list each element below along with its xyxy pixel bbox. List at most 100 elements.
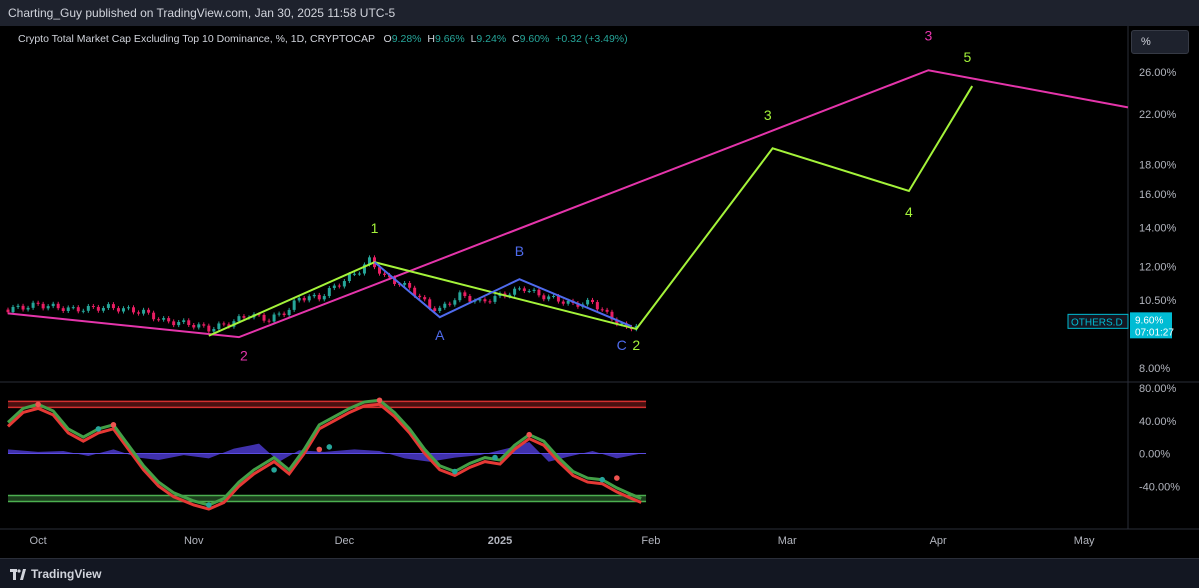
signal-dot bbox=[599, 476, 606, 483]
signal-dot bbox=[526, 431, 533, 438]
candle-body bbox=[66, 307, 70, 311]
candle-body bbox=[272, 314, 276, 322]
candle-body bbox=[532, 289, 536, 291]
scale-percent-button[interactable]: % bbox=[1131, 30, 1189, 54]
candle-body bbox=[327, 288, 331, 297]
candle-body bbox=[212, 328, 216, 332]
candle-body bbox=[312, 294, 316, 297]
price-tick-label: 26.00% bbox=[1139, 67, 1177, 79]
time-tick-label: Oct bbox=[30, 535, 47, 547]
symbol-legend[interactable]: Crypto Total Market Cap Excluding Top 10… bbox=[18, 33, 628, 45]
time-tick-label: 2025 bbox=[488, 535, 512, 547]
price-tick-label: 10.50% bbox=[1139, 295, 1177, 307]
overbought-band bbox=[8, 401, 647, 408]
high-label: H bbox=[427, 33, 435, 45]
ticker-text: OTHERS.D bbox=[1071, 317, 1123, 328]
candle-body bbox=[513, 288, 517, 295]
wave-label: A bbox=[435, 327, 445, 343]
candle-body bbox=[6, 309, 10, 313]
candle-body bbox=[317, 294, 321, 300]
candle-body bbox=[292, 300, 296, 310]
candle-body bbox=[242, 316, 246, 318]
signal-dot bbox=[614, 475, 620, 481]
candle-body bbox=[537, 289, 541, 296]
last-price-value: 9.60% bbox=[1135, 315, 1163, 326]
candle-body bbox=[418, 295, 422, 298]
candle-body bbox=[561, 301, 565, 304]
time-tick-label: Mar bbox=[778, 535, 797, 547]
close-label: C bbox=[512, 33, 520, 45]
candle-body bbox=[111, 304, 115, 309]
candle-body bbox=[267, 320, 271, 322]
time-tick-label: Apr bbox=[930, 535, 947, 547]
oscillator-tick-label: -40.00% bbox=[1139, 481, 1180, 493]
candle-body bbox=[71, 307, 75, 309]
candle-body bbox=[26, 307, 30, 310]
candle-body bbox=[342, 281, 346, 287]
candle-body bbox=[121, 308, 125, 312]
candle-body bbox=[187, 320, 191, 325]
candle-body bbox=[36, 302, 40, 304]
candle-body bbox=[137, 312, 141, 314]
price-tick-label: 12.00% bbox=[1139, 261, 1177, 273]
candle-body bbox=[302, 297, 306, 301]
price-tick-label: 18.00% bbox=[1139, 159, 1177, 171]
low-value: 9.24% bbox=[476, 33, 507, 45]
candle-body bbox=[448, 303, 452, 305]
candle-body bbox=[172, 321, 176, 326]
candle-body bbox=[167, 318, 171, 322]
candle-body bbox=[542, 295, 546, 300]
chart-canvas[interactable]: 26.00% 22.00% 18.00% 16.00% 14.00% 12.00% 10.5… bbox=[0, 26, 1199, 558]
candle-body bbox=[237, 316, 241, 322]
candle-body bbox=[605, 309, 609, 312]
candle-body bbox=[347, 274, 351, 282]
candle-body bbox=[31, 302, 35, 308]
candle-body bbox=[595, 302, 599, 310]
candle-body bbox=[403, 282, 407, 285]
candle-body bbox=[106, 304, 110, 308]
candle-body bbox=[61, 308, 65, 311]
wave-label: 5 bbox=[963, 49, 971, 65]
signal-dot bbox=[110, 422, 117, 428]
oscillator-tick-label: 80.00% bbox=[1139, 383, 1177, 395]
tradingview-logo[interactable]: TradingView bbox=[10, 567, 101, 581]
signal-dot bbox=[376, 397, 383, 404]
candle-body bbox=[357, 273, 361, 275]
candle-body bbox=[522, 288, 526, 292]
candle-body bbox=[152, 312, 156, 320]
bar-countdown: 07:01:27 bbox=[1135, 327, 1174, 338]
candle-body bbox=[586, 299, 590, 305]
price-tick-label: 16.00% bbox=[1139, 189, 1177, 201]
time-tick-label: Feb bbox=[641, 535, 660, 547]
candle-body bbox=[147, 309, 151, 313]
price-tick-label: 22.00% bbox=[1139, 109, 1177, 121]
candle-body bbox=[423, 297, 427, 300]
wave-label: 2 bbox=[240, 347, 248, 363]
candle-body bbox=[453, 300, 457, 305]
candle-body bbox=[517, 288, 521, 290]
candle-body bbox=[458, 292, 462, 301]
candle-body bbox=[56, 303, 60, 309]
candle-body bbox=[262, 314, 266, 321]
price-tick-label: 14.00% bbox=[1139, 223, 1177, 235]
close-value: 9.60% bbox=[519, 33, 550, 45]
candle-body bbox=[383, 273, 387, 275]
candle-body bbox=[81, 310, 85, 312]
candle-body bbox=[207, 325, 211, 332]
candle-body bbox=[277, 313, 281, 315]
candle-body bbox=[116, 308, 120, 312]
candle-body bbox=[408, 282, 412, 288]
candle-body bbox=[21, 305, 25, 310]
time-tick-label: Dec bbox=[335, 535, 355, 547]
candle-body bbox=[297, 297, 301, 301]
oscillator-tick-label: 40.00% bbox=[1139, 416, 1177, 428]
open-label: O bbox=[383, 33, 392, 45]
candle-body bbox=[547, 296, 551, 300]
candle-body bbox=[202, 324, 206, 326]
price-tick-label: 8.00% bbox=[1139, 363, 1170, 375]
wave-label: C bbox=[617, 337, 627, 353]
candle-body bbox=[192, 324, 196, 328]
candle-body bbox=[41, 303, 45, 309]
candle-body bbox=[16, 305, 20, 307]
candle-body bbox=[600, 309, 604, 311]
